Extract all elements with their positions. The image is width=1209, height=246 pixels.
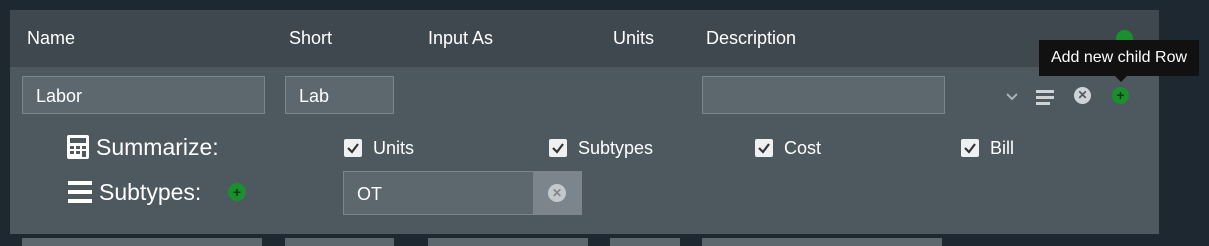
- name-input[interactable]: Labor: [22, 76, 265, 114]
- table-header: Name Short Input As Units Description: [10, 10, 1159, 67]
- close-circle-icon: ✕: [548, 184, 566, 202]
- subtypes-checkbox-label: Subtypes: [578, 138, 654, 158]
- category-panel: Name Short Input As Units Description La…: [10, 10, 1159, 234]
- column-header-description: Description: [706, 28, 797, 48]
- subtype-input[interactable]: OT: [344, 172, 533, 214]
- next-row-input-as: [428, 238, 588, 246]
- cost-checkbox[interactable]: [755, 139, 773, 157]
- chevron-down-icon[interactable]: [1005, 90, 1019, 104]
- subtypes-label: Subtypes:: [99, 179, 202, 205]
- list-lines-icon[interactable]: [1036, 89, 1054, 105]
- bill-checkbox-label: Bill: [990, 138, 1015, 158]
- add-child-row-icon[interactable]: +: [1112, 87, 1129, 104]
- tooltip-arrow: [1115, 76, 1127, 82]
- summarize-label: Summarize:: [96, 134, 219, 160]
- units-checkbox-label: Units: [373, 138, 415, 158]
- remove-row-icon[interactable]: ✕: [1074, 87, 1091, 104]
- column-header-name: Name: [27, 28, 76, 48]
- units-checkbox[interactable]: [344, 139, 362, 157]
- bill-checkbox[interactable]: [961, 139, 979, 157]
- next-row-short-input: [285, 238, 394, 246]
- next-row-units: [610, 238, 680, 246]
- list-lines-icon: [68, 181, 92, 208]
- subtype-input-group: OT ✕: [343, 171, 582, 215]
- short-input[interactable]: Lab: [285, 76, 394, 114]
- column-header-units: Units: [613, 28, 655, 48]
- column-header-input-as: Input As: [428, 28, 494, 48]
- calculator-icon: [67, 135, 89, 164]
- description-input[interactable]: [702, 76, 945, 114]
- add-child-row-tooltip: Add new child Row: [1039, 40, 1199, 76]
- cost-checkbox-label: Cost: [784, 138, 822, 158]
- next-row-name-input: [22, 238, 262, 246]
- add-subtype-icon[interactable]: +: [228, 183, 246, 201]
- next-row-description-input: [702, 238, 942, 246]
- column-header-short: Short: [289, 28, 333, 48]
- subtype-clear-button[interactable]: ✕: [533, 172, 581, 214]
- subtypes-checkbox[interactable]: [549, 139, 567, 157]
